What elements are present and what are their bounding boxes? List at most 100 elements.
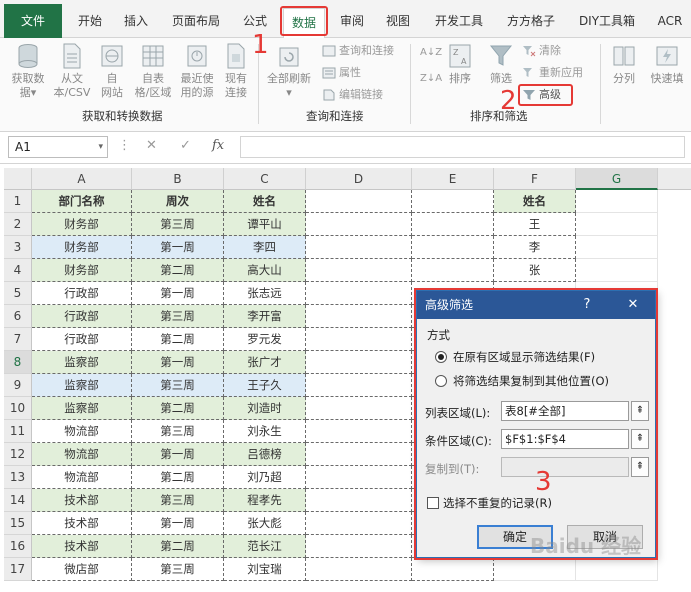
radio-filter-in-place-label[interactable]: 在原有区域显示筛选结果(F) bbox=[453, 349, 595, 365]
grid-cell[interactable] bbox=[576, 190, 658, 213]
row-header[interactable]: 6 bbox=[4, 305, 32, 328]
name-box[interactable]: A1 ▾ bbox=[8, 136, 108, 158]
table-cell[interactable]: 谭平山 bbox=[224, 213, 306, 236]
row-header[interactable]: 13 bbox=[4, 466, 32, 489]
criteria-cell[interactable]: 张 bbox=[494, 259, 576, 282]
row-header[interactable]: 9 bbox=[4, 374, 32, 397]
table-cell[interactable]: 刘宝瑞 bbox=[224, 558, 306, 581]
sort-az-button[interactable]: A↓Z bbox=[420, 44, 442, 62]
grid-cell[interactable] bbox=[306, 374, 412, 397]
table-cell[interactable]: 财务部 bbox=[32, 236, 132, 259]
row-header[interactable]: 14 bbox=[4, 489, 32, 512]
table-cell[interactable]: 物流部 bbox=[32, 466, 132, 489]
grid-cell[interactable] bbox=[306, 512, 412, 535]
column-header-e[interactable]: E bbox=[412, 168, 494, 190]
grid-cell[interactable] bbox=[306, 489, 412, 512]
table-cell[interactable]: 第三周 bbox=[132, 489, 224, 512]
table-cell[interactable]: 财务部 bbox=[32, 259, 132, 282]
tab-view[interactable]: 视图 bbox=[380, 9, 416, 33]
table-cell[interactable]: 第一周 bbox=[132, 512, 224, 535]
row-header[interactable]: 7 bbox=[4, 328, 32, 351]
table-cell[interactable]: 第一周 bbox=[132, 351, 224, 374]
grid-cell[interactable] bbox=[306, 259, 412, 282]
properties-button[interactable]: 属性 bbox=[322, 64, 361, 82]
insert-function-icon[interactable]: fx bbox=[212, 138, 224, 153]
grid-cell[interactable] bbox=[306, 190, 412, 213]
grid-cell[interactable] bbox=[306, 282, 412, 305]
column-header-b[interactable]: B bbox=[132, 168, 224, 190]
close-icon[interactable]: ✕ bbox=[621, 291, 645, 319]
table-cell[interactable]: 范长江 bbox=[224, 535, 306, 558]
table-cell[interactable]: 财务部 bbox=[32, 213, 132, 236]
row-header[interactable]: 5 bbox=[4, 282, 32, 305]
column-header-a[interactable]: A bbox=[32, 168, 132, 190]
existing-connections-button[interactable]: 现有 连接 bbox=[220, 42, 252, 100]
grid-cell[interactable] bbox=[576, 236, 658, 259]
select-all-corner[interactable] bbox=[4, 168, 32, 190]
column-header-g[interactable]: G bbox=[576, 168, 658, 190]
table-cell[interactable]: 刘乃超 bbox=[224, 466, 306, 489]
table-header-cell[interactable]: 周次 bbox=[132, 190, 224, 213]
copy-to-collapse-icon[interactable]: ⇞ bbox=[631, 457, 649, 477]
table-cell[interactable]: 李开富 bbox=[224, 305, 306, 328]
table-cell[interactable]: 程孝先 bbox=[224, 489, 306, 512]
table-cell[interactable]: 行政部 bbox=[32, 328, 132, 351]
grid-cell[interactable] bbox=[306, 236, 412, 259]
row-header[interactable]: 2 bbox=[4, 213, 32, 236]
copy-to-input[interactable] bbox=[501, 457, 629, 477]
table-cell[interactable]: 第二周 bbox=[132, 328, 224, 351]
cancel-icon[interactable]: ✕ bbox=[146, 138, 157, 153]
text-to-columns-button[interactable]: 分列 bbox=[606, 42, 642, 86]
grid-cell[interactable] bbox=[576, 213, 658, 236]
row-header[interactable]: 11 bbox=[4, 420, 32, 443]
row-header[interactable]: 4 bbox=[4, 259, 32, 282]
table-cell[interactable]: 技术部 bbox=[32, 489, 132, 512]
table-cell[interactable]: 技术部 bbox=[32, 535, 132, 558]
row-header[interactable]: 17 bbox=[4, 558, 32, 581]
table-cell[interactable]: 第三周 bbox=[132, 305, 224, 328]
tab-insert[interactable]: 插入 bbox=[116, 9, 156, 33]
grid-cell[interactable] bbox=[412, 236, 494, 259]
table-cell[interactable]: 李四 bbox=[224, 236, 306, 259]
recent-sources-button[interactable]: 最近使 用的源 bbox=[176, 42, 218, 100]
queries-connections-button[interactable]: 查询和连接 bbox=[322, 42, 394, 60]
table-cell[interactable]: 物流部 bbox=[32, 420, 132, 443]
row-header[interactable]: 16 bbox=[4, 535, 32, 558]
grid-cell[interactable] bbox=[494, 558, 576, 581]
criteria-cell[interactable]: 姓名 bbox=[494, 190, 576, 213]
criteria-range-collapse-icon[interactable]: ⇞ bbox=[631, 429, 649, 449]
list-range-collapse-icon[interactable]: ⇞ bbox=[631, 401, 649, 421]
get-data-button[interactable]: 获取数 据▾ bbox=[8, 42, 48, 100]
tab-developer[interactable]: 开发工具 bbox=[428, 9, 490, 33]
row-header[interactable]: 1 bbox=[4, 190, 32, 213]
tab-acr[interactable]: ACR bbox=[650, 9, 690, 33]
row-header[interactable]: 3 bbox=[4, 236, 32, 259]
table-cell[interactable]: 张大彪 bbox=[224, 512, 306, 535]
list-range-input[interactable] bbox=[501, 401, 629, 421]
grid-cell[interactable] bbox=[576, 259, 658, 282]
table-cell[interactable]: 第二周 bbox=[132, 259, 224, 282]
criteria-cell[interactable]: 王 bbox=[494, 213, 576, 236]
grid-cell[interactable] bbox=[306, 420, 412, 443]
row-header[interactable]: 15 bbox=[4, 512, 32, 535]
enter-icon[interactable]: ✓ bbox=[180, 138, 191, 153]
name-box-dropdown-icon[interactable]: ▾ bbox=[98, 137, 103, 157]
grid-cell[interactable] bbox=[412, 558, 494, 581]
unique-records-label[interactable]: 选择不重复的记录(R) bbox=[443, 495, 552, 511]
help-icon[interactable]: ? bbox=[575, 291, 599, 319]
table-cell[interactable]: 第三周 bbox=[132, 374, 224, 397]
row-header[interactable]: 12 bbox=[4, 443, 32, 466]
unique-records-checkbox[interactable] bbox=[427, 497, 439, 509]
table-cell[interactable]: 第三周 bbox=[132, 558, 224, 581]
tab-home[interactable]: 开始 bbox=[70, 9, 110, 33]
column-header-c[interactable]: C bbox=[224, 168, 306, 190]
table-cell[interactable]: 第一周 bbox=[132, 282, 224, 305]
table-cell[interactable]: 高大山 bbox=[224, 259, 306, 282]
table-cell[interactable]: 微店部 bbox=[32, 558, 132, 581]
row-header[interactable]: 10 bbox=[4, 397, 32, 420]
table-cell[interactable]: 罗元发 bbox=[224, 328, 306, 351]
from-text-csv-button[interactable]: 从文 本/CSV bbox=[52, 42, 92, 100]
from-table-range-button[interactable]: 自表 格/区域 bbox=[132, 42, 174, 100]
grid-cell[interactable] bbox=[412, 213, 494, 236]
table-cell[interactable]: 监察部 bbox=[32, 397, 132, 420]
